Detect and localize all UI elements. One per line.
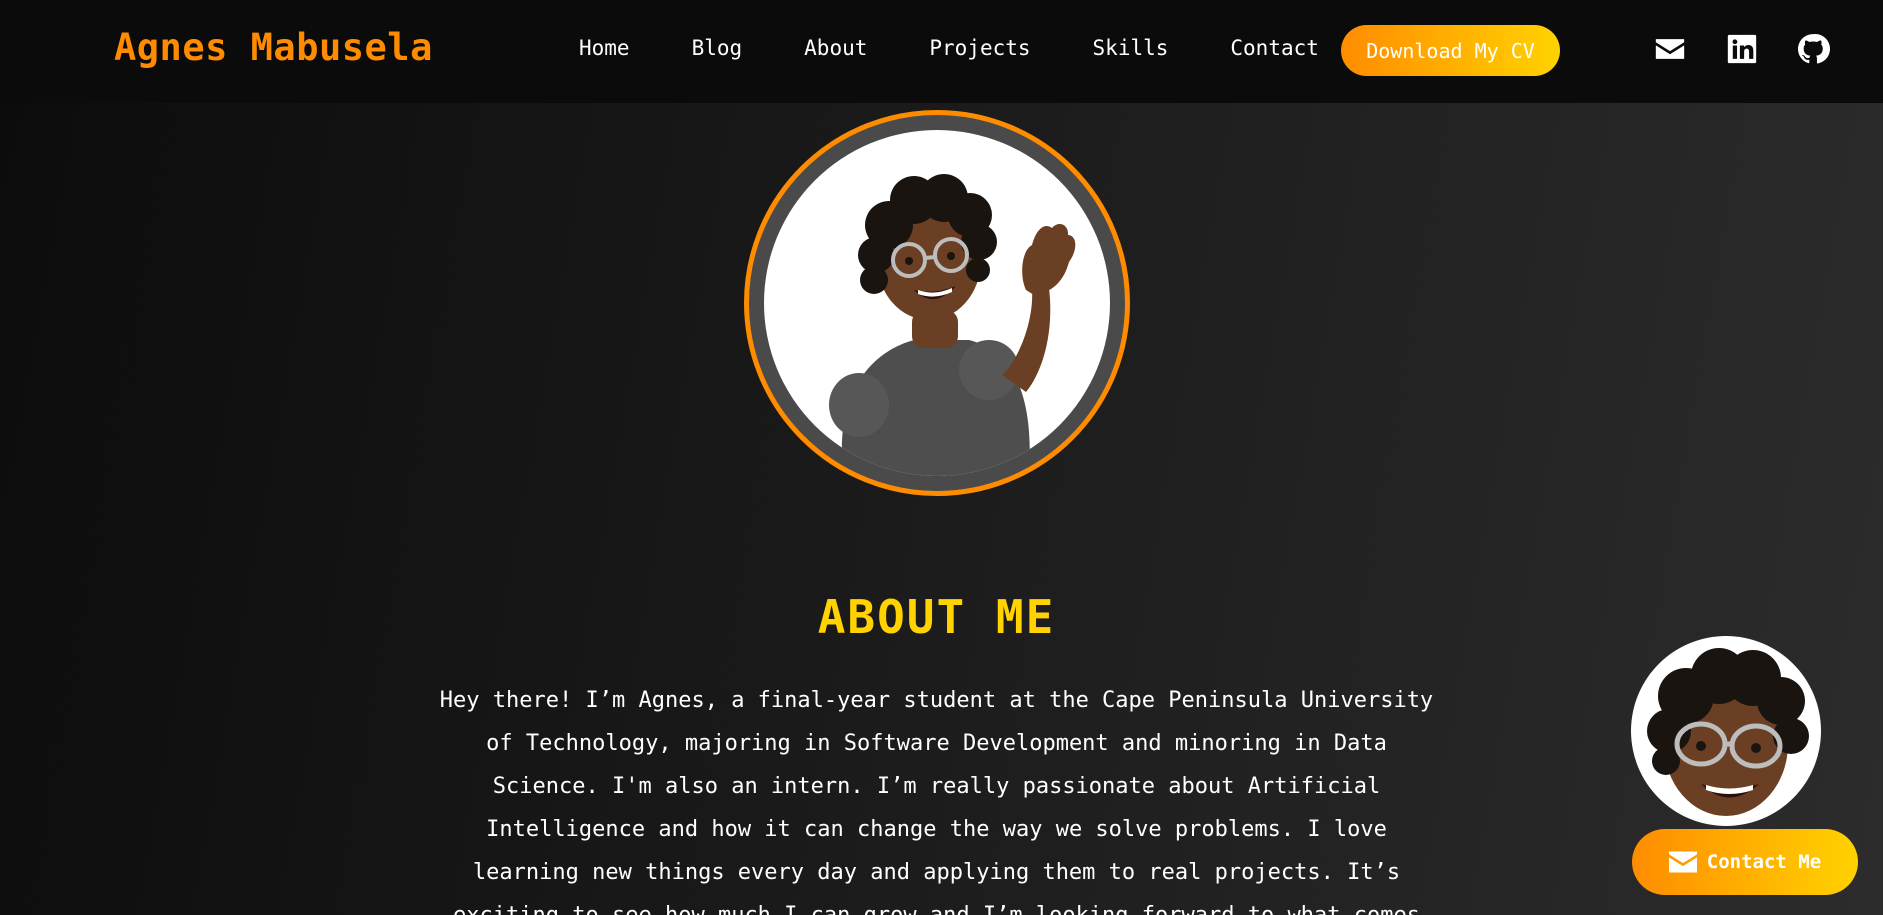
envelope-icon[interactable] <box>1653 32 1687 66</box>
chat-avatar[interactable] <box>1631 636 1821 826</box>
nav-about[interactable]: About <box>804 36 867 60</box>
navbar: Agnes Mabusela Home Blog About Projects … <box>0 0 1883 103</box>
about-paragraph: Hey there! I’m Agnes, a final-year stude… <box>439 688 1434 915</box>
envelope-icon <box>1668 851 1697 873</box>
profile-avatar <box>744 110 1130 496</box>
brand-logo[interactable]: Agnes Mabusela <box>114 26 433 69</box>
contact-me-button[interactable]: Contact Me <box>1632 829 1858 895</box>
github-icon[interactable] <box>1796 32 1830 66</box>
contact-me-label: Contact Me <box>1706 851 1822 873</box>
nav-skills[interactable]: Skills <box>1093 36 1169 60</box>
download-cv-button[interactable]: Download My CV <box>1341 25 1560 76</box>
nav-home[interactable]: Home <box>579 36 630 60</box>
avatar-illustration <box>764 130 1110 476</box>
nav-links: Home Blog About Projects Skills Contact <box>579 36 1319 60</box>
about-heading: ABOUT ME <box>817 590 1056 644</box>
nav-blog[interactable]: Blog <box>692 36 743 60</box>
nav-contact[interactable]: Contact <box>1230 36 1319 60</box>
nav-projects[interactable]: Projects <box>929 36 1030 60</box>
linkedin-icon[interactable] <box>1725 32 1759 66</box>
